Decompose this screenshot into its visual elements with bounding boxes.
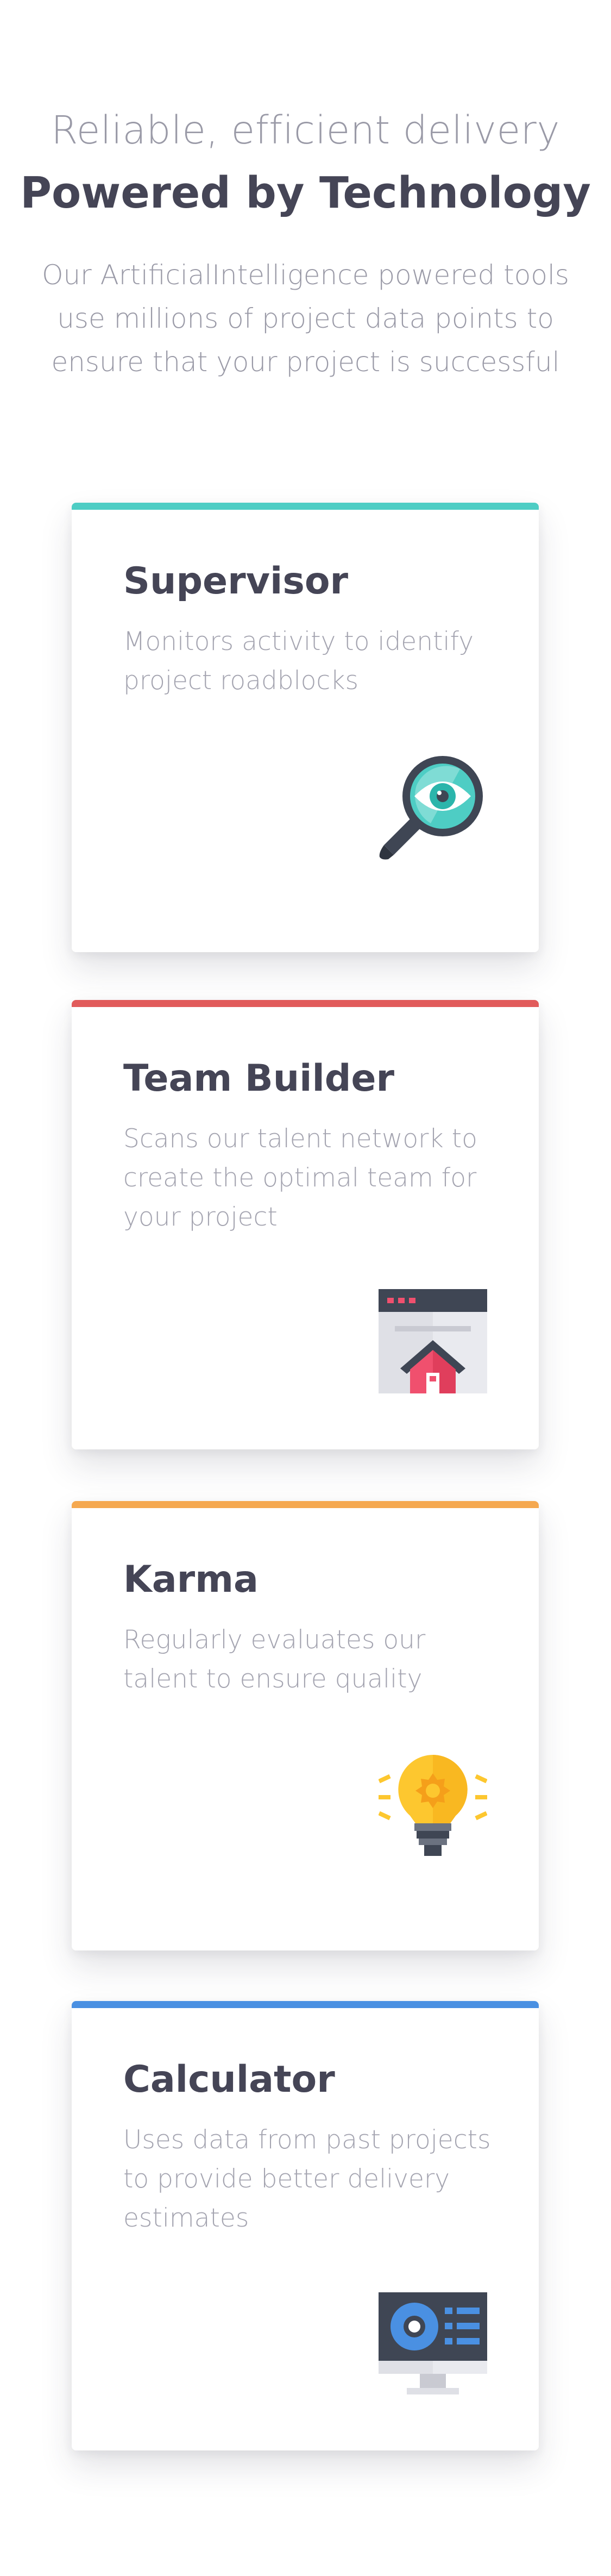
card-accent-bar [72, 2001, 539, 2008]
card-description: Monitors activity to identify project ro… [123, 627, 474, 696]
card-accent-bar [72, 1501, 539, 1508]
feature-card-supervisor[interactable]: Supervisor Monitors activity to identify… [72, 503, 539, 952]
hero-lead: Our ArtificialIntelligence powered tools… [42, 259, 569, 378]
card-title: Team Builder [123, 1057, 395, 1100]
feature-card-karma[interactable]: Karma Regularly evaluates our talent to … [72, 1501, 539, 1950]
lightbulb-icon [379, 1748, 487, 1857]
card-description: Scans our talent network to create the o… [123, 1124, 477, 1232]
card-title: Karma [123, 1558, 259, 1601]
card-title: Supervisor [123, 560, 349, 603]
card-description: Regularly evaluates our talent to ensure… [123, 1625, 426, 1694]
magnifier-eye-icon [379, 753, 487, 861]
card-description: Uses data from past projects to provide … [123, 2125, 491, 2233]
hero-title: Powered by Technology [20, 168, 591, 218]
feature-card-team-builder[interactable]: Team Builder Scans our talent network to… [72, 1000, 539, 1449]
card-accent-bar [72, 1000, 539, 1007]
browser-house-icon [379, 1287, 487, 1396]
hero-eyebrow: Reliable, efficient delivery [51, 108, 560, 153]
card-accent-bar [72, 503, 539, 510]
monitor-dashboard-icon [379, 2289, 487, 2398]
feature-card-calculator[interactable]: Calculator Uses data from past projects … [72, 2001, 539, 2450]
card-title: Calculator [123, 2058, 335, 2101]
